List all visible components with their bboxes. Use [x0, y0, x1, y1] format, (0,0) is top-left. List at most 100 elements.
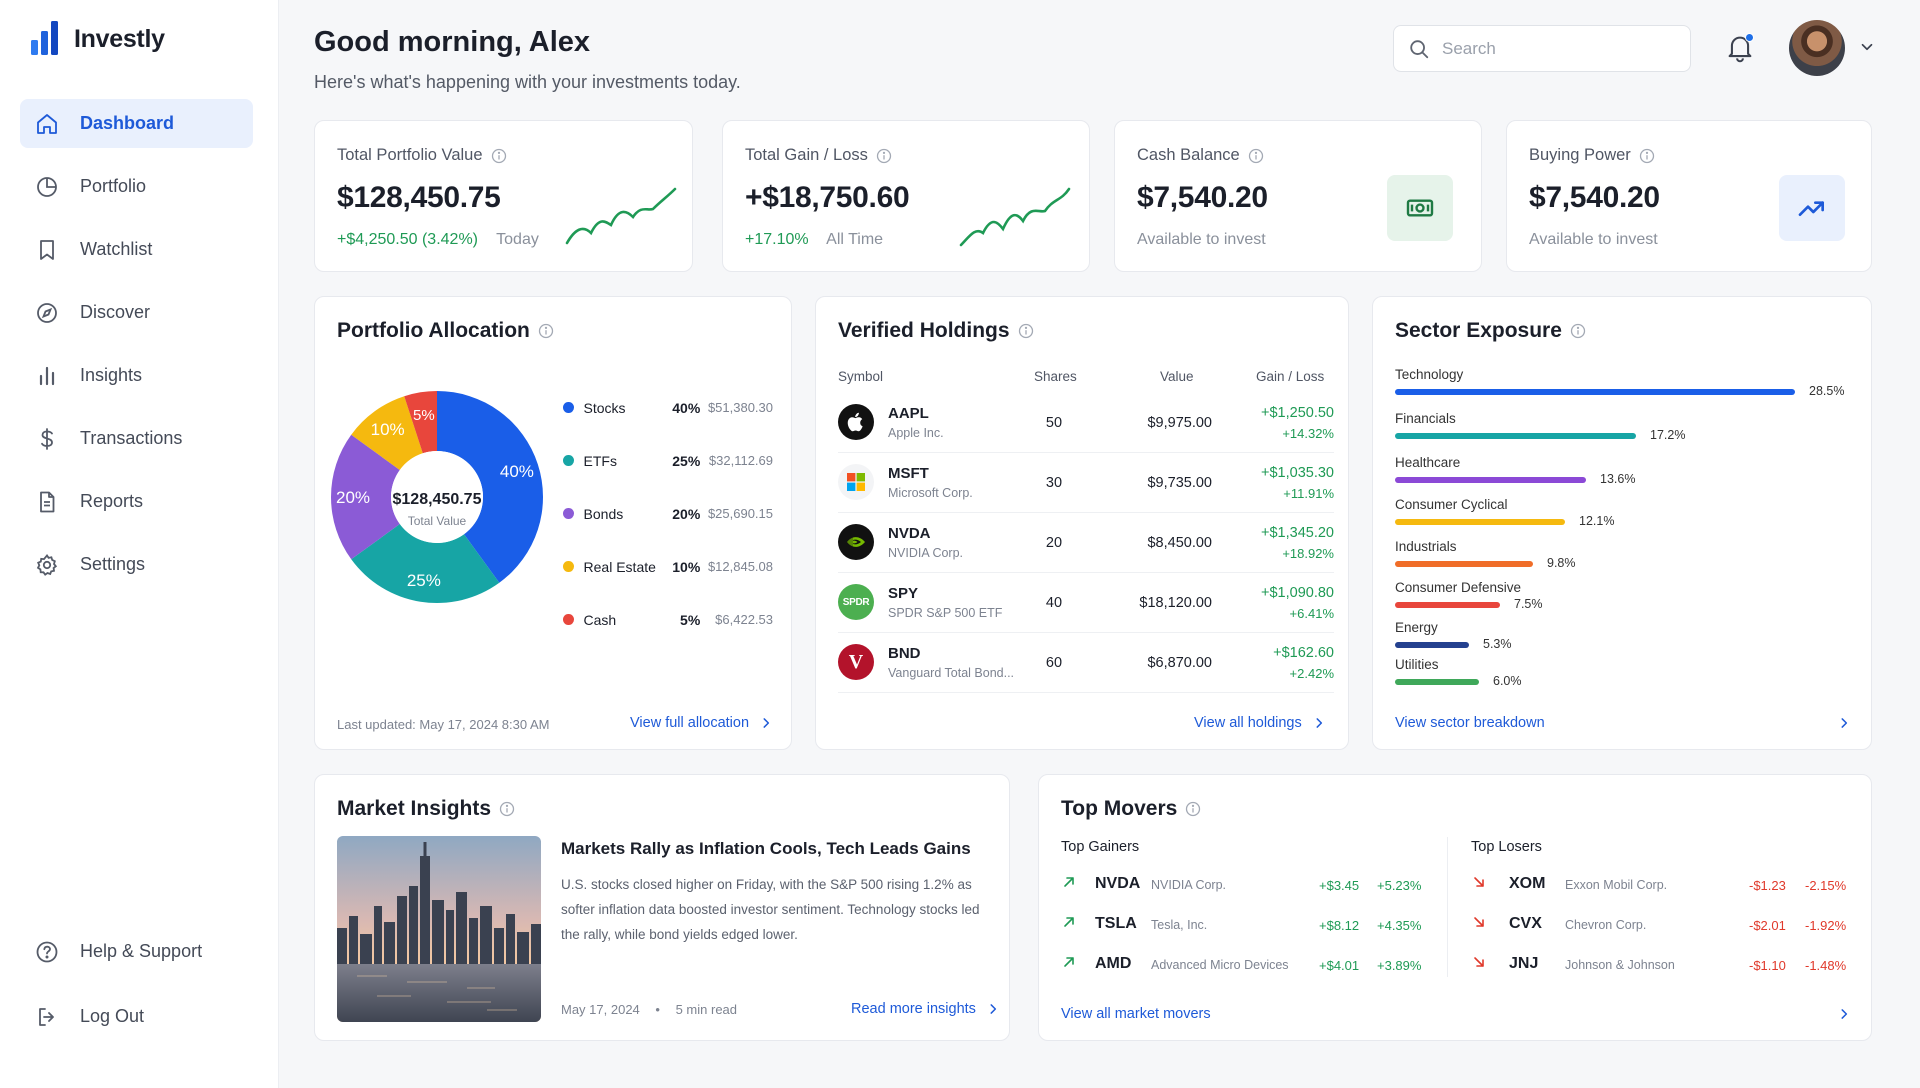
info-icon[interactable]	[538, 323, 554, 339]
sector-bar-track: 6.0%	[1395, 674, 1835, 688]
nav-item-logout[interactable]: Log Out	[20, 992, 253, 1041]
mover-pct: +5.23%	[1377, 878, 1422, 893]
sector-value: 28.5%	[1809, 384, 1845, 398]
notifications-button[interactable]	[1726, 33, 1754, 63]
holdings-table-header: Symbol Shares Value Gain / Loss	[838, 369, 1334, 391]
sector-bar-track: 5.3%	[1395, 637, 1835, 651]
nav-item-reports[interactable]: Reports	[20, 477, 253, 526]
legend-row: Cash 5% $6,422.53	[563, 593, 773, 646]
info-icon[interactable]	[1018, 323, 1034, 339]
read-more-insights-link[interactable]: Read more insights	[851, 1001, 1000, 1017]
mover-change: -$2.01	[1749, 918, 1786, 933]
sector-bar-track: 9.8%	[1395, 556, 1835, 570]
holding-value: $9,975.00	[1147, 415, 1212, 431]
info-icon[interactable]	[499, 801, 515, 817]
buying-power-card: Buying Power $7,540.20 Available to inve…	[1506, 120, 1872, 272]
nav-label: Reports	[80, 491, 144, 511]
buying-value: $7,540.20	[1529, 181, 1660, 214]
bar-chart-icon	[34, 363, 60, 389]
main-nav: Dashboard Portfolio Watchlist Discover I…	[20, 99, 253, 603]
legend-pct: 20%	[672, 505, 701, 522]
gear-icon	[34, 552, 60, 578]
donut-slice-label: 40%	[500, 462, 534, 481]
legend-dot	[563, 614, 574, 625]
card-title-text: Verified Holdings	[838, 319, 1010, 342]
sector-row[interactable]: Utilities 6.0%	[1395, 657, 1835, 688]
loser-row[interactable]: XOM Exxon Mobil Corp. -$1.23 -2.15%	[1471, 869, 1851, 899]
gainer-row[interactable]: NVDA NVIDIA Corp. +$3.45 +5.23%	[1061, 869, 1431, 899]
arrow-down-right-icon	[1471, 874, 1487, 893]
legend-amount: $25,690.15	[707, 506, 774, 521]
last-updated: Last updated: May 17, 2024 8:30 AM	[337, 717, 550, 732]
nav-item-help[interactable]: Help & Support	[20, 927, 253, 976]
nav-item-settings[interactable]: Settings	[20, 540, 253, 589]
table-row[interactable]: MSFT Microsoft Corp. 30 $9,735.00 +$1,03…	[838, 453, 1334, 513]
link-text: Read more insights	[851, 1001, 976, 1017]
holding-name: Vanguard Total Bond...	[888, 666, 1015, 680]
gain-value: +$18,750.60	[745, 181, 910, 214]
info-icon[interactable]	[1185, 801, 1201, 817]
sector-row[interactable]: Consumer Defensive 7.5%	[1395, 580, 1835, 611]
logout-icon	[34, 1004, 60, 1030]
sector-bar-track: 28.5%	[1395, 384, 1844, 398]
table-row[interactable]: AAPL Apple Inc. 50 $9,975.00 +$1,250.50 …	[838, 393, 1334, 453]
loser-row[interactable]: JNJ Johnson & Johnson -$1.10 -1.48%	[1471, 949, 1851, 979]
sector-row[interactable]: Technology 28.5%	[1395, 367, 1844, 398]
legend-name: Real Estate	[583, 558, 656, 575]
gainer-row[interactable]: AMD Advanced Micro Devices +$4.01 +3.89%	[1061, 949, 1431, 979]
cash-value: $7,540.20	[1137, 181, 1268, 214]
cash-balance-card: Cash Balance $7,540.20 Available to inve…	[1114, 120, 1482, 272]
nav-label: Help & Support	[80, 941, 203, 961]
chevron-right-icon	[990, 1004, 997, 1014]
nav-item-transactions[interactable]: Transactions	[20, 414, 253, 463]
info-icon[interactable]	[876, 148, 892, 164]
app-logo[interactable]: Investly	[30, 18, 165, 60]
gainer-row[interactable]: TSLA Tesla, Inc. +$8.12 +4.35%	[1061, 909, 1431, 939]
search-box[interactable]	[1393, 25, 1691, 72]
view-all-holdings-link[interactable]: View all holdings	[1194, 715, 1326, 731]
holding-name: SPDR S&P 500 ETF	[888, 606, 1003, 620]
city-skyline-image[interactable]	[337, 836, 541, 1022]
chevron-down-icon[interactable]	[1858, 38, 1876, 56]
insight-headline[interactable]: Markets Rally as Inflation Cools, Tech L…	[561, 839, 971, 859]
nav-item-insights[interactable]: Insights	[20, 351, 253, 400]
card-title: Portfolio Allocation	[337, 319, 554, 343]
info-icon[interactable]	[1248, 148, 1264, 164]
search-input[interactable]	[1442, 38, 1662, 59]
nav-item-portfolio[interactable]: Portfolio	[20, 162, 253, 211]
view-sector-breakdown-link[interactable]: View sector breakdown	[1395, 715, 1851, 731]
spdr-logo-icon: SPDR	[838, 584, 874, 620]
col-value: Value	[1160, 369, 1194, 384]
col-gain: Gain / Loss	[1256, 369, 1325, 384]
insight-read-time: 5 min read	[675, 1002, 738, 1017]
sector-row[interactable]: Industrials 9.8%	[1395, 539, 1835, 570]
holding-shares: 20	[1045, 535, 1063, 551]
sector-bar-track: 12.1%	[1395, 514, 1835, 528]
card-title-text: Sector Exposure	[1395, 319, 1562, 342]
holding-gain: +$1,090.80	[1261, 585, 1334, 601]
table-row[interactable]: V BND Vanguard Total Bond... 60 $6,870.0…	[838, 633, 1334, 693]
view-all-market-movers-link[interactable]: View all market movers	[1061, 1006, 1851, 1022]
sector-row[interactable]: Energy 5.3%	[1395, 620, 1835, 651]
table-row[interactable]: SPDR SPY SPDR S&P 500 ETF 40 $18,120.00 …	[838, 573, 1334, 633]
nav-item-watchlist[interactable]: Watchlist	[20, 225, 253, 274]
market-insights-card: Market Insights Markets Rally as Inflati…	[314, 774, 1010, 1041]
nav-item-discover[interactable]: Discover	[20, 288, 253, 337]
view-full-allocation-link[interactable]: View full allocation	[630, 715, 773, 731]
holding-name: Microsoft Corp.	[888, 486, 973, 500]
legend-name: Cash	[583, 611, 617, 628]
info-icon[interactable]	[1639, 148, 1655, 164]
stat-label-text: Total Portfolio Value	[337, 146, 483, 164]
search-icon	[1410, 39, 1429, 58]
table-row[interactable]: NVDA NVIDIA Corp. 20 $8,450.00 +$1,345.2…	[838, 513, 1334, 573]
sector-row[interactable]: Financials 17.2%	[1395, 411, 1835, 442]
sector-row[interactable]: Healthcare 13.6%	[1395, 455, 1835, 486]
sector-row[interactable]: Consumer Cyclical 12.1%	[1395, 497, 1835, 528]
avatar[interactable]	[1789, 20, 1845, 76]
nav-item-dashboard[interactable]: Dashboard	[20, 99, 253, 148]
loser-row[interactable]: CVX Chevron Corp. -$2.01 -1.92%	[1471, 909, 1851, 939]
mover-pct: -1.48%	[1805, 958, 1847, 973]
portfolio-change: +$4,250.50 (3.42%)	[337, 231, 478, 248]
info-icon[interactable]	[1570, 323, 1586, 339]
info-icon[interactable]	[491, 148, 507, 164]
